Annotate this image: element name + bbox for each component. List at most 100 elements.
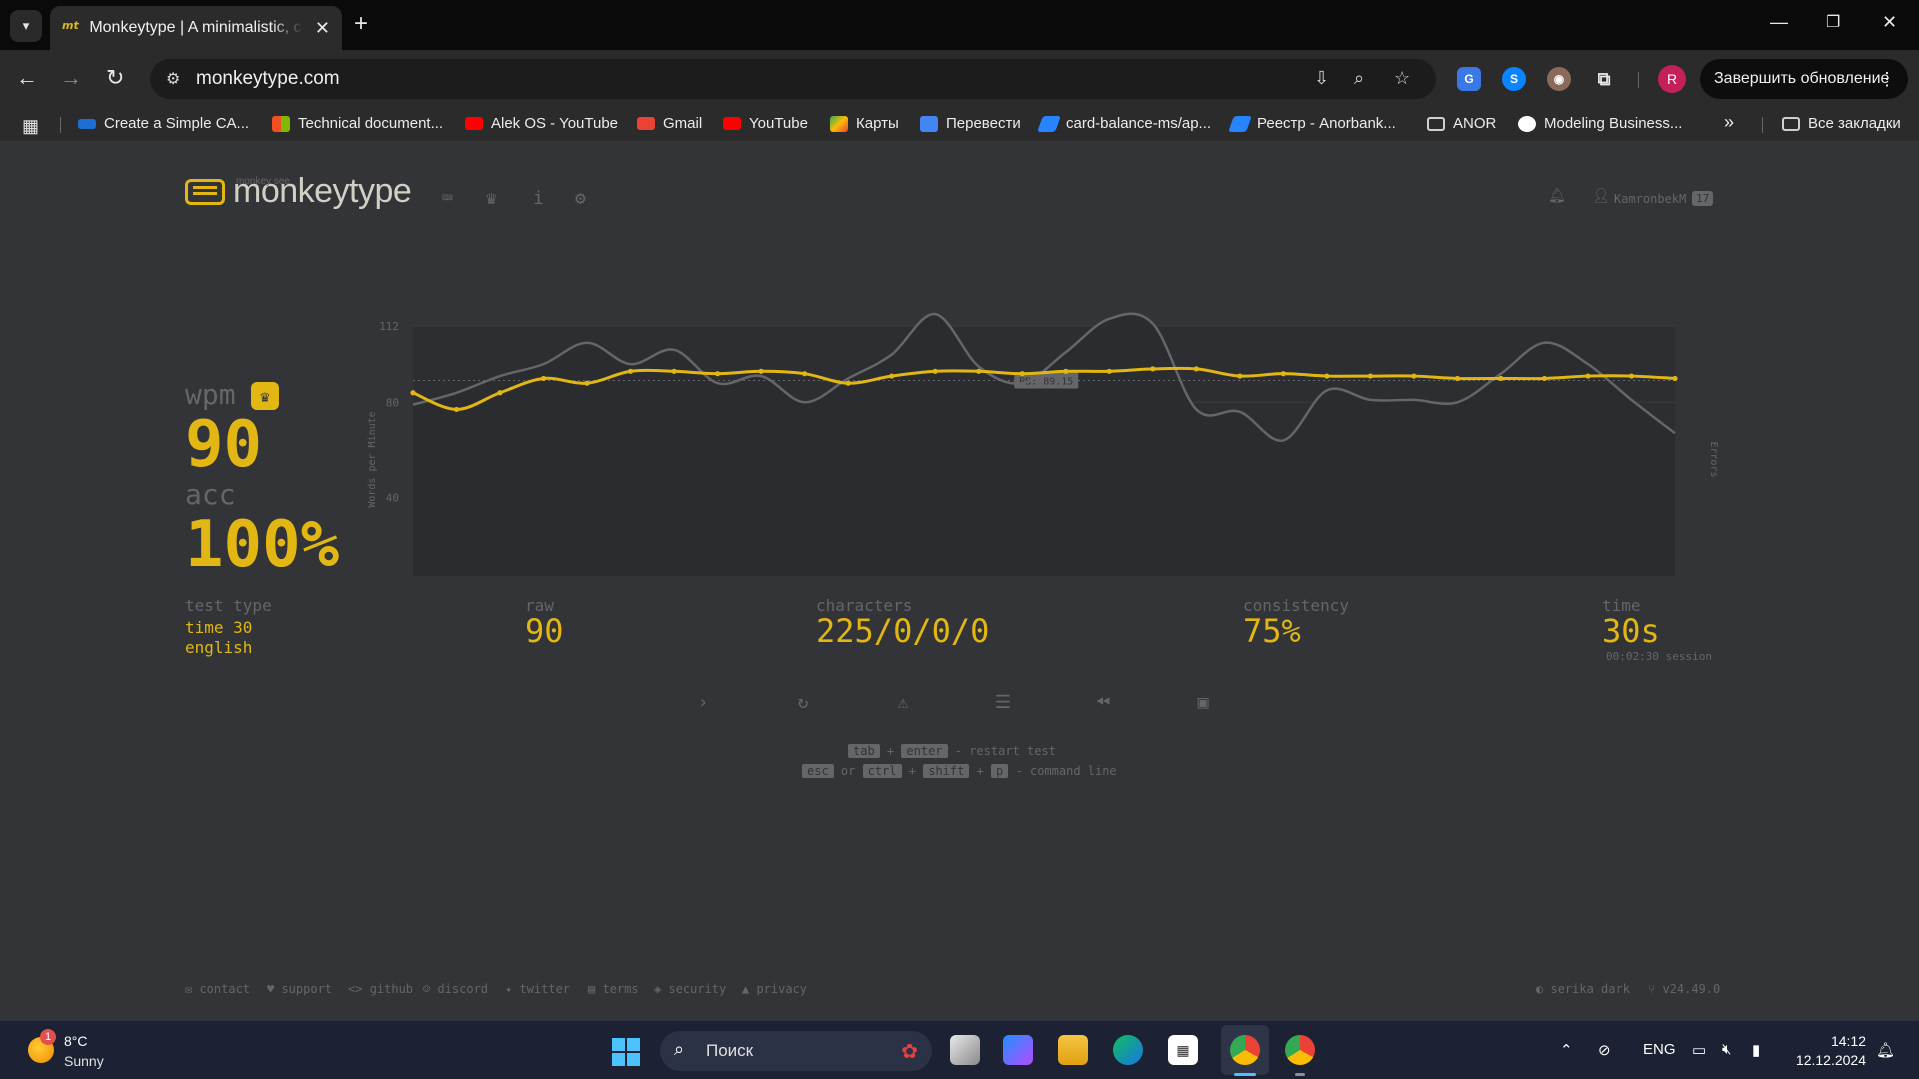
- keyboard-icon[interactable]: ⌨: [442, 188, 453, 209]
- footer-security[interactable]: ◈ security: [654, 982, 726, 996]
- replay-rewind-icon[interactable]: ⏪︎: [1091, 692, 1115, 713]
- bookmark-star-icon[interactable]: ☆: [1394, 68, 1410, 89]
- y-tick-label: 40: [386, 492, 399, 505]
- footer-github[interactable]: <> github: [348, 982, 413, 996]
- bookmark-item[interactable]: Карты: [830, 115, 899, 132]
- owl-extension-icon[interactable]: ◉: [1547, 67, 1571, 91]
- new-tab-button[interactable]: +: [354, 12, 368, 36]
- restart-icon[interactable]: ↻: [791, 692, 815, 713]
- url-text[interactable]: monkeytype.com: [196, 68, 340, 90]
- microsoft-store-icon[interactable]: ▦: [1168, 1035, 1198, 1065]
- profile-avatar[interactable]: R: [1658, 65, 1686, 93]
- volume-muted-icon[interactable]: 🔇︎: [1722, 1041, 1731, 1058]
- word-history-icon[interactable]: ☰: [991, 692, 1015, 713]
- zoom-icon[interactable]: ⌕: [1354, 68, 1364, 89]
- display-icon[interactable]: ▭: [1692, 1041, 1706, 1059]
- y-axis-label: Words per Minute: [367, 411, 378, 507]
- next-test-chevron-icon[interactable]: ›: [691, 692, 715, 713]
- edge-icon[interactable]: [1113, 1035, 1143, 1065]
- wpm-value: 90: [185, 408, 263, 482]
- show-hidden-icons-chevron-icon[interactable]: ⌃: [1560, 1041, 1573, 1059]
- bookmark-item[interactable]: Перевести: [920, 115, 1021, 132]
- windows-start-icon[interactable]: [612, 1038, 640, 1066]
- restore-window-icon[interactable]: ❐: [1826, 12, 1840, 32]
- all-bookmarks-folder[interactable]: Все закладки: [1782, 115, 1901, 132]
- copilot-icon[interactable]: [1003, 1035, 1033, 1065]
- address-bar[interactable]: ⚙ monkeytype.com ⇩ ⌕ ☆: [150, 59, 1436, 99]
- weather-description[interactable]: Sunny: [64, 1053, 104, 1069]
- chrome-profile-icon[interactable]: [1285, 1035, 1315, 1065]
- install-app-icon[interactable]: ⇩: [1314, 68, 1329, 89]
- shazam-extension-icon[interactable]: S: [1502, 67, 1526, 91]
- google-translate-extension-icon[interactable]: G: [1457, 67, 1481, 91]
- reload-icon[interactable]: ↻: [106, 64, 124, 92]
- settings-gear-icon[interactable]: ⚙: [575, 188, 586, 209]
- minimize-window-icon[interactable]: —: [1770, 12, 1788, 33]
- chrome-icon[interactable]: [1230, 1035, 1260, 1065]
- key-esc: esc: [802, 764, 834, 778]
- file-explorer-icon[interactable]: [1058, 1035, 1088, 1065]
- bookmark-item[interactable]: Alek OS - YouTube: [465, 115, 618, 132]
- sap-icon: [78, 118, 96, 129]
- taskbar-search[interactable]: ⌕ Поиск ✿: [660, 1031, 932, 1071]
- footer-contact[interactable]: ✉ contact: [185, 982, 250, 996]
- acc-label: acc: [185, 478, 236, 511]
- username[interactable]: KamronbekM: [1614, 192, 1686, 206]
- footer-discord[interactable]: ☺ discord: [423, 982, 488, 996]
- chrome-profile-running-indicator: [1295, 1073, 1305, 1076]
- tab-strip: ▾ mt Monkeytype | A minimalistic, custom…: [0, 0, 1919, 50]
- notifications-bell-icon[interactable]: 🔔︎: [1876, 1041, 1895, 1059]
- bookmarks-divider: [1762, 117, 1763, 133]
- bookmark-item[interactable]: card-balance-ms/ap...: [1037, 115, 1211, 132]
- weather-badge: 1: [40, 1029, 56, 1045]
- bookmark-item[interactable]: Gmail: [637, 115, 702, 132]
- tab-search-button[interactable]: ▾: [10, 10, 42, 42]
- folder-icon: [1782, 116, 1800, 131]
- footer-privacy[interactable]: ▲ privacy: [742, 982, 807, 996]
- bookmark-item[interactable]: YouTube: [723, 115, 808, 132]
- bookmark-item[interactable]: Реестр - Anorbank...: [1228, 115, 1396, 132]
- screenshot-image-icon[interactable]: ▣: [1191, 692, 1215, 713]
- task-view-icon[interactable]: [950, 1035, 980, 1065]
- active-tab[interactable]: mt Monkeytype | A minimalistic, customiz…: [50, 6, 342, 50]
- gmail-icon: [637, 117, 655, 130]
- footer-theme[interactable]: ◐ serika dark: [1536, 982, 1630, 996]
- wpm-point: [627, 368, 634, 374]
- google-maps-icon: [830, 115, 848, 132]
- clock[interactable]: 14:12 12.12.2024: [1790, 1032, 1866, 1070]
- logo[interactable]: monkeytype: [185, 172, 412, 211]
- wpm-point: [1063, 368, 1069, 374]
- back-icon[interactable]: ←: [16, 64, 38, 92]
- extensions-puzzle-icon[interactable]: ⧉: [1592, 67, 1616, 91]
- forward-icon[interactable]: →: [60, 64, 82, 92]
- user-icon[interactable]: 👤︎: [1592, 188, 1610, 204]
- about-info-icon[interactable]: i: [533, 188, 544, 209]
- language-indicator[interactable]: ENG: [1643, 1041, 1676, 1058]
- battery-icon[interactable]: ▮: [1752, 1041, 1760, 1059]
- footer-support[interactable]: ♥ support: [267, 982, 332, 996]
- more-bookmarks-icon[interactable]: »: [1724, 112, 1734, 133]
- bookmark-item[interactable]: Technical document...: [272, 115, 443, 132]
- wpm-point: [1367, 373, 1373, 379]
- weather-temperature[interactable]: 8°C: [64, 1033, 88, 1049]
- footer-twitter[interactable]: ✦ twitter: [505, 982, 570, 996]
- command-line-hint: esc or ctrl + shift + p - command line: [802, 764, 1117, 778]
- bookmark-folder[interactable]: ANOR: [1427, 115, 1496, 132]
- apps-grid-icon[interactable]: ▦: [22, 116, 39, 137]
- bookmark-item[interactable]: Create a Simple CA...: [78, 115, 249, 132]
- footer-terms[interactable]: ▤ terms: [588, 982, 639, 996]
- wpm-point: [1280, 371, 1286, 377]
- site-info-icon[interactable]: ⚙: [166, 69, 180, 89]
- close-window-icon[interactable]: ✕: [1882, 12, 1897, 33]
- network-off-icon[interactable]: ⊘: [1598, 1041, 1611, 1059]
- leaderboard-crown-icon[interactable]: ♛: [486, 188, 497, 209]
- wpm-point: [1498, 375, 1504, 382]
- notifications-bell-icon[interactable]: 🔔︎: [1548, 188, 1566, 204]
- footer-version[interactable]: ⑂ v24.49.0: [1648, 982, 1720, 996]
- time-value: 30s: [1602, 612, 1660, 650]
- bookmark-item[interactable]: Modeling Business...: [1518, 115, 1682, 132]
- tab-close-icon[interactable]: ✕: [315, 18, 330, 39]
- warning-report-icon[interactable]: ⚠: [891, 692, 915, 713]
- wpm-point: [584, 380, 590, 386]
- finish-update-button[interactable]: Завершить обновление ⋮: [1700, 59, 1908, 99]
